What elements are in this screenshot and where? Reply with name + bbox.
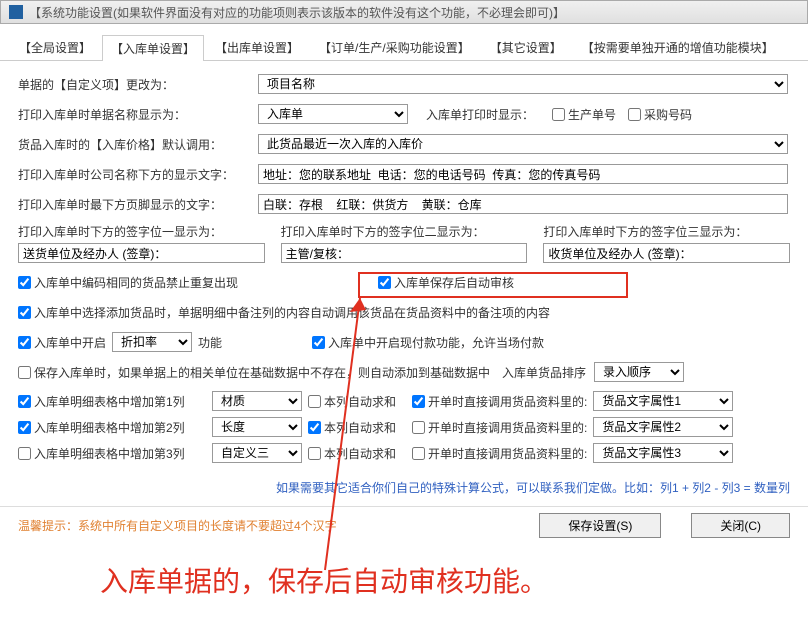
- chk-add-col1[interactable]: 入库单明细表格中增加第1列: [18, 393, 206, 410]
- label-print-show: 入库单打印时显示：: [426, 106, 534, 123]
- input-sig3[interactable]: [543, 243, 790, 263]
- save-button[interactable]: 保存设置(S): [539, 513, 661, 538]
- tab-global[interactable]: 【全局设置】: [10, 34, 100, 60]
- chk-no-dup[interactable]: 入库单中编码相同的货品禁止重复出现: [18, 274, 238, 291]
- chk-add-col2[interactable]: 入库单明细表格中增加第2列: [18, 419, 206, 436]
- chk-add-col3[interactable]: 入库单明细表格中增加第3列: [18, 445, 206, 462]
- warn-text: 温馨提示：系统中所有自定义项目的长度请不要超过4个汉字: [18, 517, 337, 534]
- input-company-text[interactable]: [258, 164, 788, 184]
- chk-purch-no[interactable]: 采购号码: [628, 106, 692, 123]
- window-icon: [9, 5, 23, 19]
- label-print-name: 打印入库单时单据名称显示为：: [18, 106, 250, 123]
- chk-open2[interactable]: 开单时直接调用货品资料里的:: [412, 419, 587, 436]
- chk-sum2[interactable]: 本列自动求和: [308, 419, 396, 436]
- input-sig2[interactable]: [281, 243, 528, 263]
- chk-sum1[interactable]: 本列自动求和: [308, 393, 396, 410]
- tab-outbound[interactable]: 【出库单设置】: [206, 34, 308, 60]
- chk-cash-pay[interactable]: 入库单中开启现付款功能，允许当场付款: [312, 334, 544, 351]
- tab-order[interactable]: 【订单/生产/采购功能设置】: [310, 34, 479, 60]
- select-price-default[interactable]: 此货品最近一次入库的入库价: [258, 134, 788, 154]
- label-sort: 入库单货品排序: [502, 364, 586, 381]
- select-attr3[interactable]: 货品文字属性3: [593, 443, 733, 463]
- label-sig1: 打印入库单时下方的签字位一显示为：: [18, 223, 257, 240]
- formula-hint: 如果需要其它适合你们自己的特殊计算公式，可以联系我们定做。比如：列1 + 列2 …: [0, 475, 808, 500]
- select-sort[interactable]: 录入顺序: [594, 362, 684, 382]
- input-footer-text[interactable]: [258, 194, 788, 214]
- select-col3[interactable]: 自定义三: [212, 443, 302, 463]
- annotation-text: 入库单据的，保存后自动审核功能。: [0, 550, 808, 600]
- chk-auto-add-base[interactable]: 保存入库单时，如果单据上的相关单位在基础数据中不存在，则自动添加到基础数据中: [18, 364, 490, 381]
- form-content: 单据的【自定义项】更改为： 项目名称 打印入库单时单据名称显示为： 入库单 入库…: [0, 61, 808, 475]
- select-print-name[interactable]: 入库单: [258, 104, 408, 124]
- titlebar: 【系统功能设置(如果软件界面没有对应的功能项则表示该版本的软件没有这个功能，不必…: [0, 0, 808, 24]
- select-col2[interactable]: 长度: [212, 417, 302, 437]
- window-title: 【系统功能设置(如果软件界面没有对应的功能项则表示该版本的软件没有这个功能，不必…: [29, 4, 565, 21]
- label-footer-text: 打印入库单时最下方页脚显示的文字：: [18, 196, 250, 213]
- label-custom-name: 单据的【自定义项】更改为：: [18, 76, 250, 93]
- label-company-text: 打印入库单时公司名称下方的显示文字：: [18, 166, 250, 183]
- close-button[interactable]: 关闭(C): [691, 513, 790, 538]
- select-col1[interactable]: 材质: [212, 391, 302, 411]
- chk-open1[interactable]: 开单时直接调用货品资料里的:: [412, 393, 587, 410]
- select-discount[interactable]: 折扣率: [112, 332, 192, 352]
- select-attr2[interactable]: 货品文字属性2: [593, 417, 733, 437]
- select-custom-name[interactable]: 项目名称: [258, 74, 788, 94]
- label-sig2: 打印入库单时下方的签字位二显示为：: [281, 223, 520, 240]
- select-attr1[interactable]: 货品文字属性1: [593, 391, 733, 411]
- tab-bar: 【全局设置】 【入库单设置】 【出库单设置】 【订单/生产/采购功能设置】 【其…: [0, 30, 808, 61]
- chk-auto-audit[interactable]: 入库单保存后自动审核: [378, 274, 514, 291]
- chk-sum3[interactable]: 本列自动求和: [308, 445, 396, 462]
- chk-open3[interactable]: 开单时直接调用货品资料里的:: [412, 445, 587, 462]
- label-price-default: 货品入库时的【入库价格】默认调用：: [18, 136, 250, 153]
- tab-other[interactable]: 【其它设置】: [481, 34, 571, 60]
- tab-inbound[interactable]: 【入库单设置】: [102, 35, 204, 61]
- label-sig3: 打印入库单时下方的签字位三显示为：: [543, 223, 782, 240]
- chk-discount[interactable]: 入库单中开启: [18, 334, 106, 351]
- tab-addon[interactable]: 【按需要单独开通的增值功能模块】: [573, 34, 783, 60]
- chk-prod-no[interactable]: 生产单号: [552, 106, 616, 123]
- chk-remark-auto[interactable]: 入库单中选择添加货品时，单据明细中备注列的内容自动调用该货品在货品资料中的备注项…: [18, 304, 550, 321]
- label-func-suffix: 功能: [198, 334, 222, 351]
- input-sig1[interactable]: [18, 243, 265, 263]
